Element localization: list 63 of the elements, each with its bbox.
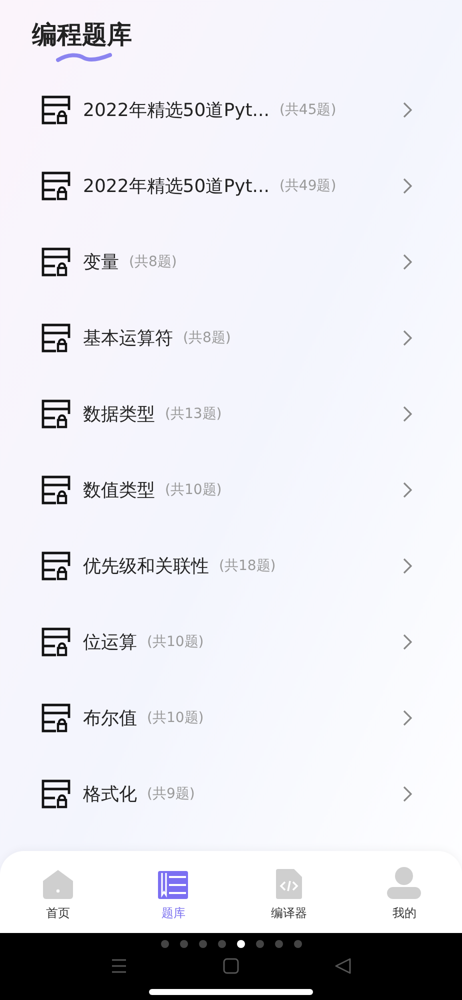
back-icon[interactable] — [335, 958, 351, 974]
item-title: 2022年精选50道Pyt... — [83, 174, 270, 198]
page-title: 编程题库 — [32, 20, 132, 50]
item-title: 2022年精选50道Pyt... — [83, 98, 270, 122]
list-icon — [40, 627, 72, 657]
list-icon — [40, 703, 72, 733]
house-icon — [42, 869, 74, 899]
item-title: 基本运算符 — [83, 326, 173, 350]
chevron-right-icon — [403, 178, 412, 194]
list-icon — [40, 95, 72, 125]
chevron-right-icon — [403, 482, 412, 498]
nav-tab[interactable]: 我的 — [346, 851, 462, 933]
question-count: (共10题) — [165, 480, 222, 500]
item-title: 数值类型 — [83, 478, 155, 502]
list-item[interactable]: 数据类型 (共13题) — [0, 376, 462, 452]
chevron-right-icon — [403, 406, 412, 422]
item-title: 格式化 — [83, 782, 137, 806]
book-list-icon — [158, 871, 188, 899]
person-icon — [387, 867, 422, 899]
item-title: 优先级和关联性 — [83, 554, 209, 578]
home-square-icon[interactable] — [223, 958, 239, 974]
code-file-icon — [276, 869, 302, 899]
underline-stroke-icon — [56, 51, 112, 63]
list-icon — [40, 399, 72, 429]
item-title: 数据类型 — [83, 402, 155, 426]
list-icon — [40, 323, 72, 353]
chevron-right-icon — [403, 710, 412, 726]
chevron-right-icon — [403, 634, 412, 650]
list-icon — [40, 779, 72, 809]
list-item[interactable]: 位运算 (共10题) — [0, 604, 462, 680]
list-item[interactable]: 格式化 (共9题) — [0, 756, 462, 832]
nav-tab[interactable]: 首页 — [0, 851, 116, 933]
chevron-right-icon — [403, 102, 412, 118]
list-item[interactable]: 基本运算符 (共8题) — [0, 300, 462, 376]
menu-icon[interactable] — [111, 959, 127, 973]
list-item[interactable]: 2022年精选50道Pyt... (共45题) — [0, 72, 462, 148]
question-count: (共8题) — [129, 252, 177, 272]
list-item[interactable]: 优先级和关联性 (共18题) — [0, 528, 462, 604]
list-item[interactable]: 布尔值 (共10题) — [0, 680, 462, 756]
chevron-right-icon — [403, 330, 412, 346]
item-title: 布尔值 — [83, 706, 137, 730]
question-count: (共45题) — [279, 100, 336, 120]
chevron-right-icon — [403, 786, 412, 802]
list-icon — [40, 475, 72, 505]
chevron-right-icon — [403, 254, 412, 270]
list-item[interactable]: 变量 (共8题) — [0, 224, 462, 300]
question-count: (共13题) — [165, 404, 222, 424]
list-item[interactable]: 2022年精选50道Pyt... (共49题) — [0, 148, 462, 224]
nav-tab[interactable]: 编译器 — [231, 851, 346, 933]
question-count: (共8题) — [183, 328, 231, 348]
nav-tab[interactable]: 题库 — [116, 851, 231, 933]
list-item[interactable]: 数值类型 (共10题) — [0, 452, 462, 528]
list-icon — [40, 171, 72, 201]
list-icon — [40, 247, 72, 277]
item-title: 变量 — [83, 250, 119, 274]
question-count: (共18题) — [219, 556, 276, 576]
list-icon — [40, 551, 72, 581]
question-count: (共49题) — [279, 176, 336, 196]
question-count: (共10题) — [147, 632, 204, 652]
chevron-right-icon — [403, 558, 412, 574]
question-count: (共9题) — [147, 784, 195, 804]
question-count: (共10题) — [147, 708, 204, 728]
item-title: 位运算 — [83, 630, 137, 654]
